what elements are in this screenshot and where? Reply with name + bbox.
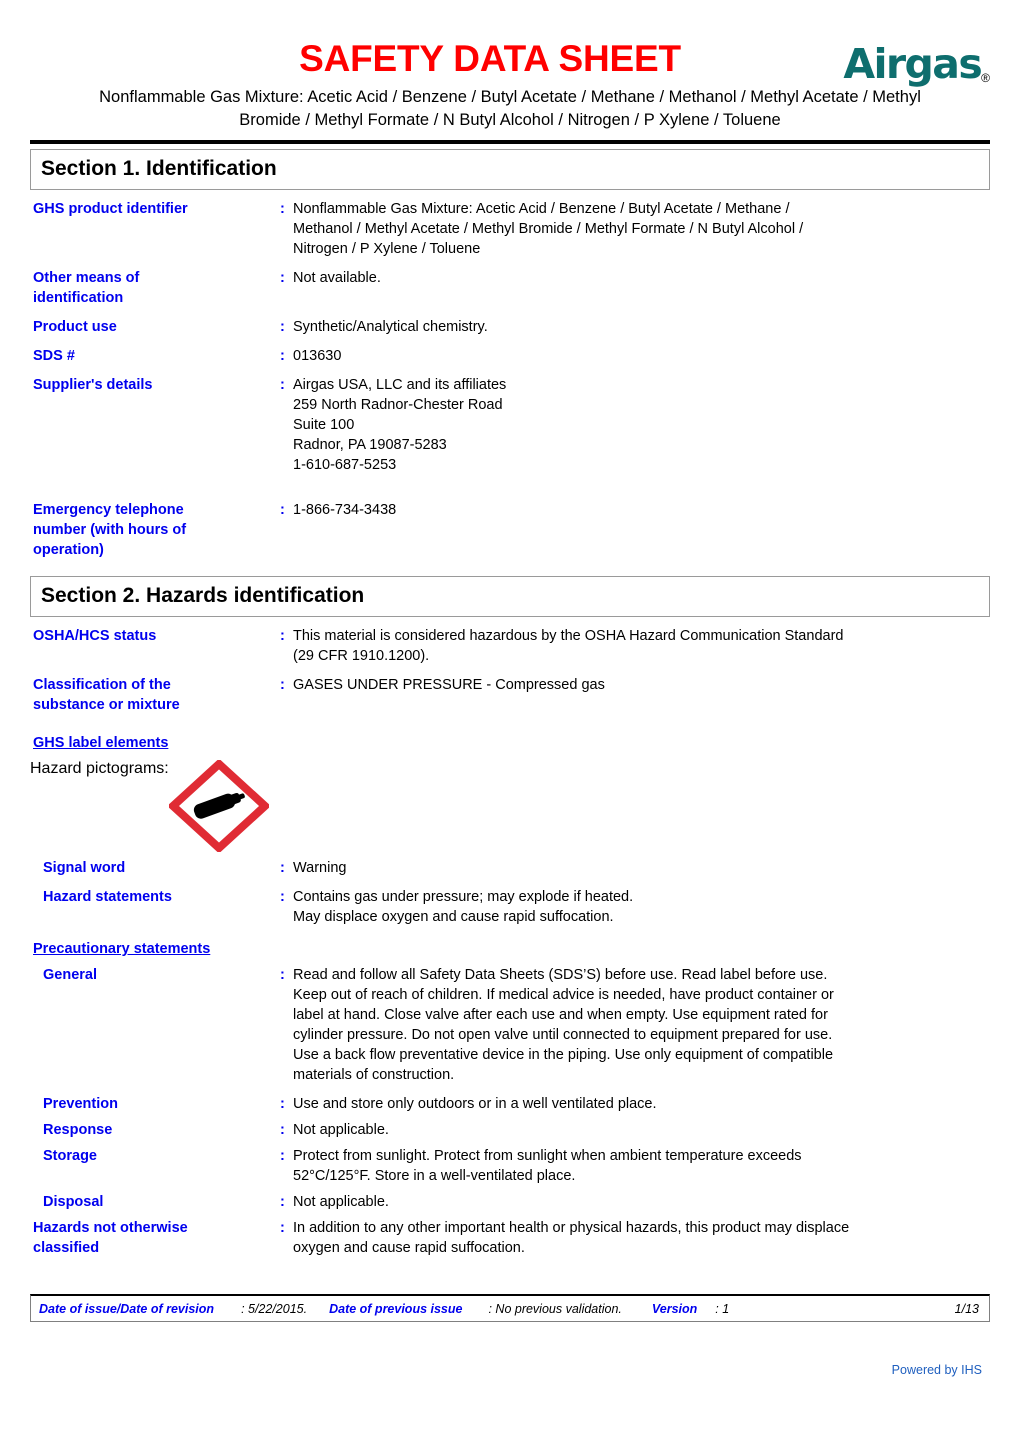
hazard-pictograms-row: Hazard pictograms : [30,758,990,854]
field-row: General : Read and follow all Safety Dat… [30,965,990,1085]
field-row: GHS product identifier : Nonflammable Ga… [30,199,990,259]
field-row: SDS # : 013630 [30,346,990,366]
field-value: Not applicable. [293,1194,389,1210]
airgas-logo: Airgas® [810,42,990,86]
field-label: GHS product identifier [33,201,188,217]
registered-trademark-icon: ® [981,71,990,86]
field-label: Other means of identification [33,270,140,306]
field-row: Emergency telephone number (with hours o… [30,500,990,560]
field-row: Disposal : Not applicable. [30,1192,990,1212]
field-label: OSHA/HCS status [33,628,157,644]
ghs-label-elements-heading: GHS label elements [33,735,169,751]
field-value: Use and store only outdoors or in a well… [293,1096,657,1112]
field-row: Response : Not applicable. [30,1120,990,1140]
field-label: Response [43,1122,113,1138]
document-header: SAFETY DATA SHEET Airgas® Nonflammable G… [30,0,990,144]
footer-version-value: : 1 [715,1301,730,1316]
section-2-title: Section 2. Hazards identification [41,584,365,607]
field-row: Classification of the substance or mixtu… [30,675,990,715]
field-row: Storage : Protect from sunlight. Protect… [30,1146,990,1186]
field-label: Classification of the substance or mixtu… [33,677,180,713]
ghs-label-elements-block: GHS label elements [30,733,990,753]
field-label: Disposal [43,1194,104,1210]
field-colon: : [280,319,285,335]
airgas-wordmark: Airgas [843,40,982,88]
footer-issue-label: Date of issue/Date of revision [39,1301,215,1316]
field-value: Nonflammable Gas Mixture: Acetic Acid / … [293,201,804,257]
field-colon: : [280,889,285,905]
field-value: Airgas USA, LLC and its affiliates 259 N… [293,377,507,473]
header-divider [30,140,990,144]
field-colon: : [280,1122,285,1138]
section-2-header: Section 2. Hazards identification [30,576,990,617]
field-value: Synthetic/Analytical chemistry. [293,319,488,335]
precautionary-statements-heading: Precautionary statements [33,941,211,957]
page-footer: Date of issue/Date of revision : 5/22/20… [30,1294,990,1322]
section-1-header: Section 1. Identification [30,149,990,190]
field-label: SDS # [33,348,75,364]
field-colon: : [280,270,285,286]
field-colon: : [280,201,285,217]
field-label: Hazards not otherwise classified [33,1220,188,1256]
field-value: Contains gas under pressure; may explode… [293,889,634,925]
field-row: Supplier's details : Airgas USA, LLC and… [30,375,990,475]
field-colon: : [280,377,285,393]
footer-issue-value: : 5/22/2015. [241,1301,308,1316]
field-row: Prevention : Use and store only outdoors… [30,1094,990,1114]
field-row: Hazards not otherwise classified : In ad… [30,1218,990,1258]
field-label: Supplier's details [33,377,153,393]
footer-previous-issue-label: Date of previous issue [329,1301,463,1316]
field-label: General [43,967,97,983]
product-name-subtitle: Nonflammable Gas Mixture: Acetic Acid / … [99,88,921,129]
field-value: GASES UNDER PRESSURE - Compressed gas [293,677,605,693]
field-row: Other means of identification : Not avai… [30,268,990,308]
section-1-fields: GHS product identifier : Nonflammable Ga… [30,199,990,560]
field-colon: : [280,1148,285,1164]
field-label: Product use [33,319,117,335]
field-colon: : [280,860,285,876]
field-row: OSHA/HCS status : This material is consi… [30,626,990,666]
field-colon: : [280,502,285,518]
powered-by-label: Powered by IHS [891,1363,982,1377]
field-colon: : [280,348,285,364]
field-row: Signal word : Warning [30,858,990,878]
field-value: Protect from sunlight. Protect from sunl… [293,1148,802,1184]
field-label: Emergency telephone number (with hours o… [33,502,187,558]
field-colon: : [280,1194,285,1210]
field-label: Hazard pictograms [30,760,165,777]
field-value: Not applicable. [293,1122,389,1138]
field-value: Read and follow all Safety Data Sheets (… [293,967,834,1083]
footer-previous-issue-value: : No previous validation. [488,1301,622,1316]
field-value: This material is considered hazardous by… [293,628,844,664]
field-row: Hazard statements : Contains gas under p… [30,887,990,927]
field-colon: : [280,677,285,693]
field-value: Not available. [293,270,381,286]
field-value: 013630 [293,348,342,364]
field-value: In addition to any other important healt… [293,1220,850,1256]
gas-cylinder-pictogram [166,758,271,854]
field-value: Warning [293,860,347,876]
field-label: Storage [43,1148,97,1164]
field-value: 1-866-734-3438 [293,502,397,518]
field-label: Signal word [43,860,126,876]
sds-page: SAFETY DATA SHEET Airgas® Nonflammable G… [0,0,1020,1443]
footer-version-label: Version [651,1301,698,1316]
field-colon: : [280,628,285,644]
section-2-fields: OSHA/HCS status : This material is consi… [30,626,990,1258]
precautionary-statements-block: Precautionary statements [30,927,990,959]
field-value [166,758,271,854]
field-label: Prevention [43,1096,118,1112]
field-colon: : [280,1096,285,1112]
section-1-title: Section 1. Identification [41,157,277,180]
footer-page-number: 1/13 [954,1301,979,1316]
field-colon: : [280,1220,285,1236]
field-label: Hazard statements [43,889,172,905]
field-colon: : [280,967,285,983]
field-row: Product use : Synthetic/Analytical chemi… [30,317,990,337]
